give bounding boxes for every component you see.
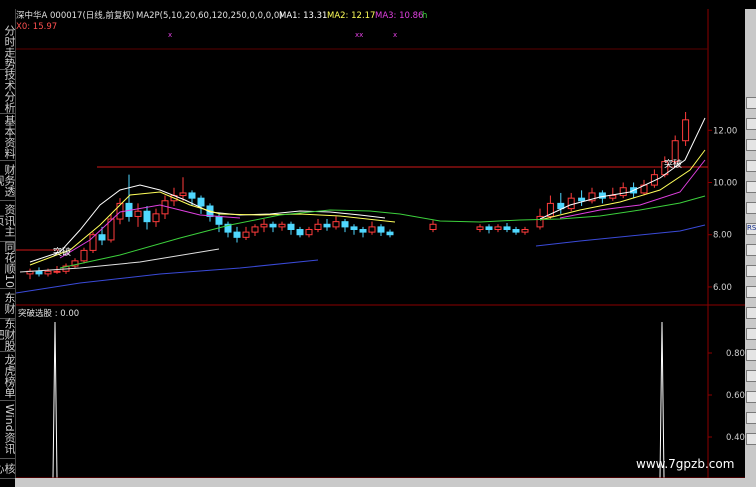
tool-button-5[interactable] bbox=[746, 202, 756, 214]
left-tab-5[interactable]: 同花顺10 bbox=[0, 241, 15, 289]
candle-body bbox=[98, 234, 106, 241]
tool-button-1[interactable] bbox=[746, 118, 756, 130]
candle-body bbox=[197, 197, 205, 207]
indicator-tick-label: 0.60 bbox=[726, 391, 745, 401]
candle-body bbox=[377, 226, 385, 233]
candle-body bbox=[503, 226, 511, 230]
tool-button-11[interactable] bbox=[746, 328, 756, 340]
candle-body bbox=[242, 231, 250, 238]
breakout-label-left: 突破 bbox=[53, 246, 71, 258]
left-tab-6[interactable]: 东财 bbox=[0, 288, 15, 319]
candle-body bbox=[476, 226, 484, 230]
ma-more: h bbox=[422, 11, 427, 21]
tool-button-13[interactable] bbox=[746, 370, 756, 382]
candle-body bbox=[323, 223, 331, 228]
candle-body bbox=[609, 195, 617, 199]
breakout-label-right: 突破 bbox=[664, 158, 682, 170]
ma1-value: MA1: 13.31 bbox=[279, 11, 327, 21]
candle-body bbox=[53, 270, 61, 273]
ma3-value: MA3: 10.86 bbox=[375, 11, 423, 21]
candle-body bbox=[512, 229, 520, 233]
tool-button-14[interactable] bbox=[746, 391, 756, 403]
candle-body bbox=[386, 231, 394, 236]
kline-chart: 深中华A 000017(日线,前复权) MA2P(5,10,20,60,120,2… bbox=[0, 0, 756, 487]
status-bar bbox=[15, 478, 745, 487]
candle-body bbox=[494, 226, 502, 230]
candle-body bbox=[161, 200, 169, 215]
candle-body bbox=[314, 223, 322, 230]
candle-body bbox=[152, 213, 160, 223]
tool-button-16[interactable] bbox=[746, 433, 756, 445]
tool-button-9[interactable] bbox=[746, 286, 756, 298]
left-tab-4[interactable]: 资讯主页 bbox=[0, 200, 15, 242]
marker-x: x bbox=[168, 31, 172, 39]
candle-body bbox=[429, 223, 437, 230]
indicator-tick-label: 0.40 bbox=[726, 433, 745, 443]
tool-button-12[interactable] bbox=[746, 349, 756, 361]
candle-body bbox=[233, 231, 241, 238]
stock-title: 深中华A 000017(日线,前复权) bbox=[16, 10, 134, 21]
left-tab-9[interactable]: Wind资讯 bbox=[0, 400, 15, 459]
chart-background bbox=[0, 0, 756, 487]
ma-spec: MA2P(5,10,20,60,120,250,0,0,0,0) bbox=[136, 11, 283, 21]
tool-button-4[interactable] bbox=[746, 181, 756, 193]
candle-body bbox=[485, 226, 493, 230]
candle-body bbox=[80, 249, 88, 262]
left-tab-7[interactable]: 东财股吧 bbox=[0, 318, 15, 352]
candle-body bbox=[134, 210, 142, 217]
candle-body bbox=[296, 229, 304, 236]
price-tick-label: 10.00 bbox=[713, 179, 737, 189]
candle-body bbox=[350, 226, 358, 230]
left-tab-0[interactable]: 分时走势 bbox=[0, 24, 15, 70]
candle-body bbox=[567, 197, 575, 210]
candle-body bbox=[521, 229, 529, 233]
candle-body bbox=[179, 192, 187, 197]
candle-body bbox=[682, 119, 690, 142]
candle-body bbox=[578, 197, 586, 202]
candle-body bbox=[44, 270, 52, 275]
tool-button-8[interactable] bbox=[746, 265, 756, 277]
candle-body bbox=[269, 223, 277, 228]
price-tick-label: 6.00 bbox=[713, 283, 732, 293]
marker-x2: x bbox=[393, 31, 397, 39]
candle-body bbox=[35, 270, 43, 275]
tool-button-2[interactable] bbox=[746, 139, 756, 151]
tool-button-0[interactable] bbox=[746, 97, 756, 109]
left-nav: 分时走势技术分析基本资料财务透视资讯主页同花顺10东财东财股吧龙虎榜单Wind资… bbox=[0, 9, 16, 487]
x0-value: X0: 15.97 bbox=[16, 22, 57, 32]
tool-button-15[interactable] bbox=[746, 412, 756, 424]
candle-body bbox=[278, 223, 286, 228]
candle-body bbox=[341, 221, 349, 228]
left-tab-8[interactable]: 龙虎榜单 bbox=[0, 351, 15, 401]
candle-body bbox=[671, 140, 679, 163]
candle-body bbox=[143, 210, 151, 223]
candle-body bbox=[260, 223, 268, 228]
left-tab-3[interactable]: 财务透视 bbox=[0, 160, 15, 201]
price-tick-label: 8.00 bbox=[713, 231, 732, 241]
candle-body bbox=[359, 229, 367, 233]
watermark: www.7gpzb.com bbox=[636, 457, 735, 471]
ma2-value: MA2: 12.17 bbox=[327, 11, 375, 21]
candle-body bbox=[251, 226, 259, 233]
tool-button-6[interactable]: RS bbox=[746, 223, 756, 235]
marker-xx: xx bbox=[355, 31, 363, 39]
price-tick-label: 12.00 bbox=[713, 126, 737, 136]
left-tab-10[interactable]: 核心 bbox=[0, 458, 15, 479]
candle-body bbox=[619, 187, 627, 197]
right-tool-panel: RS bbox=[745, 9, 756, 487]
candle-body bbox=[305, 229, 313, 236]
candle-body bbox=[215, 215, 223, 225]
tool-button-3[interactable] bbox=[746, 160, 756, 172]
left-tab-2[interactable]: 基本资料 bbox=[0, 113, 15, 161]
candle-body bbox=[332, 221, 340, 228]
candle-body bbox=[368, 226, 376, 233]
tool-button-10[interactable] bbox=[746, 307, 756, 319]
left-tab-1[interactable]: 技术分析 bbox=[0, 69, 15, 114]
indicator-tick-label: 0.80 bbox=[726, 349, 745, 359]
indicator-title: 突破选股 : 0.00 bbox=[18, 308, 79, 319]
tool-button-7[interactable] bbox=[746, 244, 756, 256]
candle-body bbox=[188, 192, 196, 199]
candle-body bbox=[287, 223, 295, 230]
